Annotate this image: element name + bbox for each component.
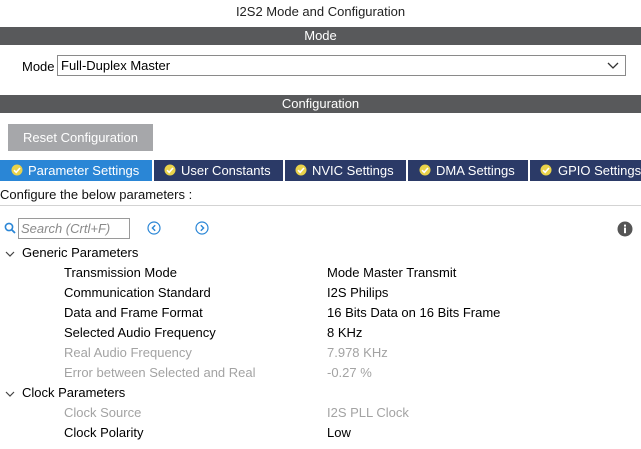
info-icon[interactable] — [617, 221, 633, 237]
config-tab-bar: Parameter Settings User Constants NVIC S… — [0, 160, 641, 181]
mode-label: Mode — [22, 59, 55, 74]
param-name: Selected Audio Frequency — [64, 325, 216, 340]
tab-label: NVIC Settings — [312, 163, 394, 178]
param-name: Data and Frame Format — [64, 305, 203, 320]
check-circle-icon — [295, 164, 307, 176]
group-generic-parameters[interactable]: Generic Parameters — [22, 243, 138, 263]
configuration-section-header[interactable]: Configuration — [0, 95, 641, 113]
search-input[interactable] — [18, 218, 130, 239]
arrow-left-circle-icon[interactable] — [147, 221, 161, 235]
tab-parameter-settings[interactable]: Parameter Settings — [0, 160, 154, 181]
mode-section-header[interactable]: Mode — [0, 27, 641, 45]
group-clock-parameters[interactable]: Clock Parameters — [22, 383, 125, 403]
chevron-down-icon[interactable] — [4, 388, 16, 400]
tab-label: Parameter Settings — [28, 163, 140, 178]
tab-gpio-settings[interactable]: GPIO Settings — [530, 160, 641, 181]
param-value[interactable]: 16 Bits Data on 16 Bits Frame — [327, 303, 500, 323]
tab-label: GPIO Settings — [558, 163, 641, 178]
chevron-down-icon — [607, 62, 619, 69]
param-value[interactable]: Mode Master Transmit — [327, 263, 456, 283]
tab-user-constants[interactable]: User Constants — [154, 160, 285, 181]
divider — [0, 205, 641, 206]
reset-configuration-button[interactable]: Reset Configuration — [8, 124, 153, 151]
configure-hint: Configure the below parameters : — [0, 187, 193, 202]
param-value[interactable]: Low — [327, 423, 351, 443]
param-name: Transmission Mode — [64, 265, 177, 280]
param-value[interactable]: 8 KHz — [327, 323, 362, 343]
tab-nvic-settings[interactable]: NVIC Settings — [285, 160, 408, 181]
tab-label: DMA Settings — [436, 163, 515, 178]
check-circle-icon — [540, 164, 552, 176]
param-value: I2S PLL Clock — [327, 405, 409, 420]
mode-select[interactable]: Full-Duplex Master — [57, 55, 626, 76]
check-circle-icon — [419, 164, 431, 176]
param-name: Communication Standard — [64, 285, 211, 300]
param-value: 7.978 KHz — [327, 345, 388, 360]
arrow-right-circle-icon[interactable] — [195, 221, 209, 235]
check-circle-icon — [11, 164, 23, 176]
check-circle-icon — [164, 164, 176, 176]
tab-dma-settings[interactable]: DMA Settings — [408, 160, 530, 181]
param-value[interactable]: I2S Philips — [327, 283, 388, 303]
param-name: Clock Source — [64, 405, 142, 420]
mode-select-value: Full-Duplex Master — [61, 58, 171, 73]
tab-label: User Constants — [181, 163, 271, 178]
search-icon — [4, 222, 16, 234]
window-title: I2S2 Mode and Configuration — [235, 4, 406, 19]
param-name: Clock Polarity — [64, 425, 144, 440]
param-name: Real Audio Frequency — [64, 345, 192, 360]
chevron-down-icon[interactable] — [4, 248, 16, 260]
param-value: -0.27 % — [327, 365, 372, 380]
param-name: Error between Selected and Real — [64, 365, 256, 380]
